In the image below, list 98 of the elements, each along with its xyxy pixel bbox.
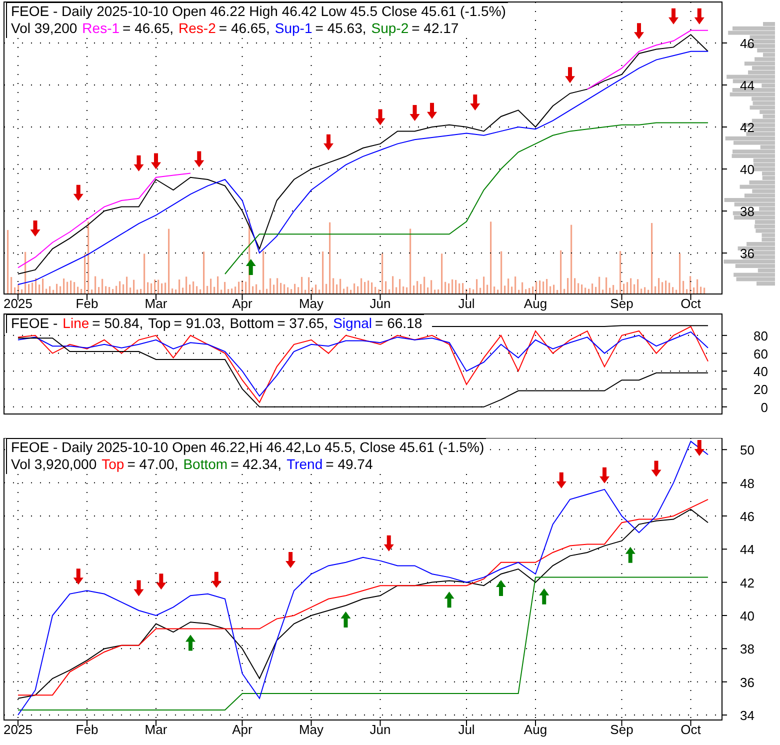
down-arrow-icon xyxy=(134,580,144,596)
axis-label: 2025 xyxy=(4,296,32,311)
axis-label: 46 xyxy=(740,36,754,51)
down-arrow-icon xyxy=(694,8,704,24)
down-arrow-icon xyxy=(324,134,334,150)
legend-text: Vol 3,920,000 xyxy=(11,456,97,473)
legend-value: = 50.84, xyxy=(92,315,144,332)
axis-label: 20 xyxy=(754,382,768,397)
axis-label: Mar xyxy=(144,296,168,311)
legend-value: = 45.63, xyxy=(315,20,366,37)
legend-label: Top xyxy=(102,456,124,473)
axis-label: 0 xyxy=(760,400,768,415)
down-arrow-icon xyxy=(156,574,166,590)
axis-label: 80 xyxy=(754,328,768,344)
legend-text: Vol 39,200 xyxy=(11,20,78,37)
axis-label: May xyxy=(298,296,324,311)
axis-label: 38 xyxy=(740,642,754,657)
legend-label: Trend xyxy=(286,456,323,473)
axis-label: Oct xyxy=(680,722,701,737)
legend-label: Sup-1 xyxy=(274,20,312,37)
axis-label: 46 xyxy=(740,508,754,524)
axis-label: 42 xyxy=(740,120,754,135)
legend-value: = 42.34, xyxy=(230,456,282,473)
down-arrow-icon xyxy=(384,535,394,552)
axis-label: 48 xyxy=(740,476,754,491)
legend-label: Line xyxy=(62,315,90,332)
chart-title: FEOE - Daily 2025-10-10 Open 46.22,Hi 46.42,Lo 45.5, Close 45.61 (-1.5%) xyxy=(11,439,484,456)
legend-value: = 46.65, xyxy=(122,20,174,37)
legend-label: Signal xyxy=(333,315,372,332)
axis-label: 40 xyxy=(740,608,754,624)
up-arrow-icon xyxy=(246,259,256,276)
legend-label: Top xyxy=(148,315,171,332)
down-arrow-icon xyxy=(134,155,144,172)
down-arrow-icon xyxy=(651,460,662,477)
axis-label: 2025 xyxy=(4,722,32,737)
axis-label: 40 xyxy=(740,162,754,177)
axis-label: 44 xyxy=(740,542,754,558)
down-arrow-icon xyxy=(634,23,644,40)
legend-value: = 49.74 xyxy=(326,456,373,473)
axis-label: 40 xyxy=(754,364,768,380)
down-arrow-icon xyxy=(556,472,566,488)
down-arrow-icon xyxy=(410,105,420,121)
axis-label: Aug xyxy=(524,296,548,311)
axis-label: Jul xyxy=(458,722,475,737)
up-arrow-icon xyxy=(186,634,196,651)
down-arrow-icon xyxy=(668,8,678,24)
axis-label: Mar xyxy=(144,722,168,737)
down-arrow-icon xyxy=(211,572,222,588)
up-arrow-icon xyxy=(625,546,636,563)
down-arrow-icon xyxy=(694,440,704,456)
up-arrow-icon xyxy=(340,612,351,628)
down-arrow-icon xyxy=(600,467,610,484)
legend-value: = 42.17 xyxy=(412,20,459,37)
down-arrow-icon xyxy=(194,151,204,168)
axis-label: Sep xyxy=(610,296,634,311)
axis-label: 60 xyxy=(754,346,768,362)
axis-label: 44 xyxy=(740,78,754,93)
down-arrow-icon xyxy=(286,552,296,568)
axis-label: Jul xyxy=(458,296,475,311)
axis-label: Apr xyxy=(232,722,252,737)
axis-label: Aug xyxy=(524,722,548,737)
down-arrow-icon xyxy=(565,67,575,84)
axis-label: Sep xyxy=(610,722,634,737)
down-arrow-icon xyxy=(73,184,84,201)
axis-label: Oct xyxy=(680,296,701,311)
legend-label: Sup-2 xyxy=(371,20,409,37)
axis-label: Jun xyxy=(370,296,391,311)
axis-label: 42 xyxy=(740,575,754,590)
axis-label: 36 xyxy=(740,674,754,690)
legend-value: = 37.65, xyxy=(277,315,328,332)
legend-label: Bottom xyxy=(183,456,228,473)
legend-text: FEOE - xyxy=(11,315,58,332)
legend-label: Res-2 xyxy=(178,20,216,37)
down-arrow-icon xyxy=(30,220,40,237)
legend-value: = 47.00, xyxy=(127,456,178,473)
down-arrow-icon xyxy=(73,568,84,585)
legend-label: Res-1 xyxy=(82,20,120,37)
legend-label: Bottom xyxy=(230,315,274,332)
legend-value: = 91.03, xyxy=(174,315,225,332)
axis-label: 50 xyxy=(740,442,754,458)
axis-label: May xyxy=(298,722,324,737)
down-arrow-icon xyxy=(427,102,437,119)
up-arrow-icon xyxy=(496,580,506,596)
axis-label: Jun xyxy=(370,722,391,737)
axis-label: 36 xyxy=(740,246,754,262)
down-arrow-icon xyxy=(375,109,386,126)
axis-label: 38 xyxy=(740,204,754,220)
axis-label: 34 xyxy=(740,708,754,724)
legend-value: = 46.65, xyxy=(218,20,270,37)
down-arrow-icon xyxy=(151,153,161,170)
axis-label: Feb xyxy=(76,722,98,737)
chart-title: FEOE - Daily 2025-10-10 Open 46.22 High 46.42 Low 45.5 Close 45.61 (-1.5%) xyxy=(11,3,506,20)
down-arrow-icon xyxy=(470,94,480,110)
axis-label: Feb xyxy=(76,296,98,311)
axis-label: Apr xyxy=(232,296,252,311)
up-arrow-icon xyxy=(444,592,454,608)
up-arrow-icon xyxy=(539,588,550,604)
legend-value: = 66.18 xyxy=(375,315,422,332)
